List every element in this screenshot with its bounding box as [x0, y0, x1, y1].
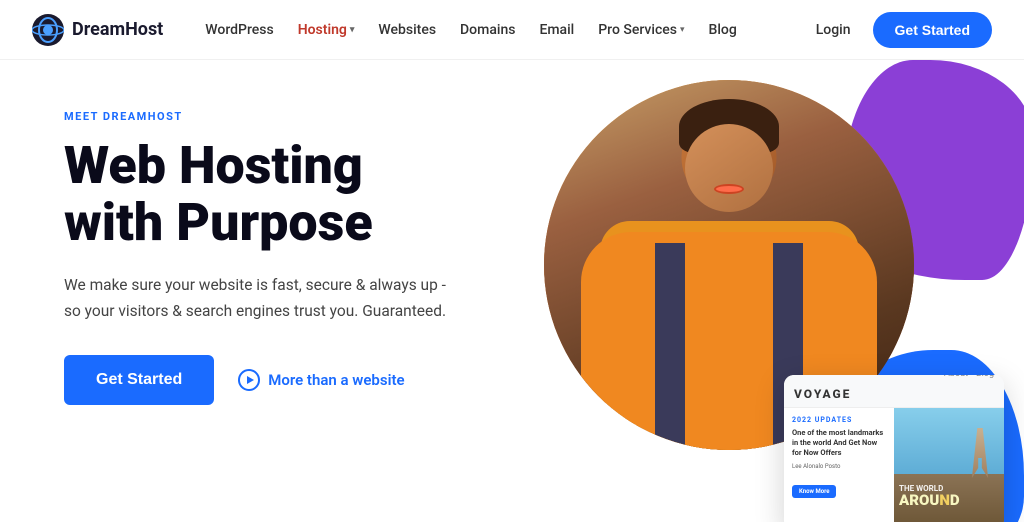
card-body: 2022 UPDATES One of the most landmarks i…: [784, 408, 1004, 522]
play-icon: [238, 369, 260, 391]
navigation: DreamHost WordPress Hosting ▾ Websites D…: [0, 0, 1024, 60]
eiffel-tower-icon: [971, 428, 989, 478]
chevron-down-icon-pro: ▾: [680, 25, 685, 35]
meet-label: MEET DREAMHOST: [64, 110, 544, 123]
get-started-button[interactable]: Get Started: [64, 355, 214, 405]
nav-email[interactable]: Email: [529, 16, 584, 44]
card-update-label: 2022 UPDATES: [792, 416, 886, 424]
card-nav-about: About: [944, 375, 968, 379]
card-image-column: THE WORLD AROUND: [894, 408, 1004, 522]
card-header: VOYAGE About Blog: [784, 375, 1004, 408]
logo[interactable]: DreamHost: [32, 14, 163, 46]
nav-links: WordPress Hosting ▾ Websites Domains Ema…: [195, 16, 805, 44]
nav-blog[interactable]: Blog: [698, 16, 746, 44]
chevron-down-icon: ▾: [350, 25, 355, 35]
hero-description: We make sure your website is fast, secur…: [64, 273, 464, 324]
more-than-website-link[interactable]: More than a website: [238, 369, 404, 391]
hero-content: MEET DREAMHOST Web Hosting with Purpose …: [64, 100, 544, 405]
card-nav-blog: Blog: [976, 375, 994, 379]
hero-title: Web Hosting with Purpose: [64, 137, 544, 251]
nav-domains[interactable]: Domains: [450, 16, 525, 44]
card-nav: About Blog: [944, 375, 994, 379]
logo-text: DreamHost: [72, 19, 163, 40]
card-update-title: One of the most landmarks in the world A…: [792, 428, 886, 457]
nav-right: Login Get Started: [806, 12, 992, 48]
get-started-nav-button[interactable]: Get Started: [873, 12, 992, 48]
hero-section: MEET DREAMHOST Web Hosting with Purpose …: [0, 60, 1024, 522]
nav-websites[interactable]: Websites: [368, 16, 446, 44]
nav-pro-services[interactable]: Pro Services ▾: [588, 16, 694, 44]
card-know-more-btn[interactable]: Know More: [792, 485, 836, 498]
hero-buttons: Get Started More than a website: [64, 355, 544, 405]
nav-hosting[interactable]: Hosting ▾: [288, 16, 365, 44]
login-button[interactable]: Login: [806, 16, 861, 44]
nav-wordpress[interactable]: WordPress: [195, 16, 283, 44]
card-author: Lee Alonalo Posto: [792, 462, 886, 471]
card-text-column: 2022 UPDATES One of the most landmarks i…: [784, 408, 894, 522]
card-world-text: THE WORLD AROUND: [899, 484, 999, 508]
website-card: VOYAGE About Blog 2022 UPDATES One of th…: [784, 375, 1004, 522]
card-site-name: VOYAGE: [794, 387, 851, 401]
hero-image-area: VOYAGE About Blog 2022 UPDATES One of th…: [524, 60, 1024, 522]
